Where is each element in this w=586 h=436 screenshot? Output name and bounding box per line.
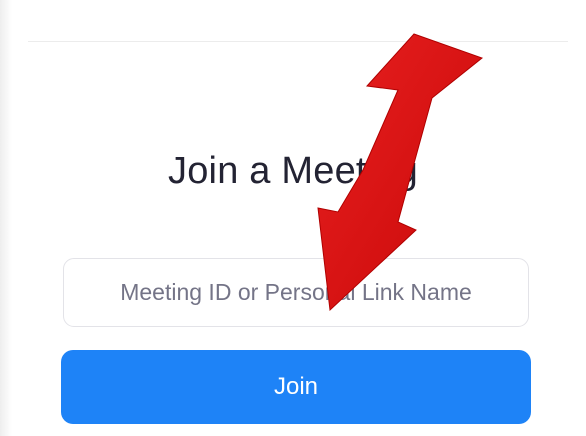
join-button[interactable]: Join: [61, 350, 531, 424]
join-meeting-panel: Join a Meeting Join: [0, 0, 586, 436]
meeting-id-input[interactable]: [63, 258, 529, 327]
window-edge: [0, 0, 12, 436]
page-title: Join a Meeting: [168, 150, 418, 192]
top-divider: [28, 41, 568, 42]
